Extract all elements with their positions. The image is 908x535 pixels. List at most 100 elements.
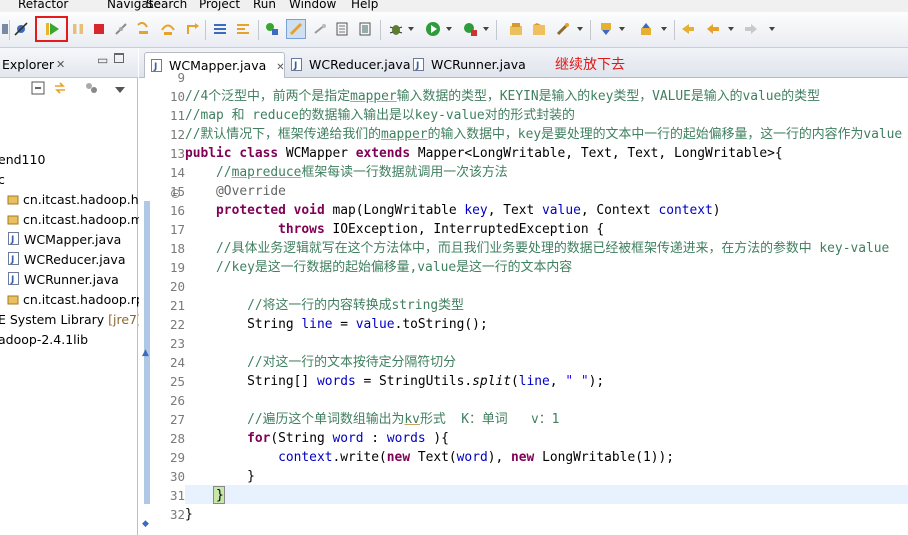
block-selection-icon[interactable] bbox=[334, 21, 350, 37]
tree-item[interactable]: cn.itcast.hadoop.rpc bbox=[7, 291, 151, 309]
line-number: 32 bbox=[169, 507, 185, 522]
close-tab-icon[interactable]: ✕ bbox=[276, 62, 284, 73]
code-line[interactable]: } bbox=[185, 467, 255, 486]
menu-item-run[interactable]: Run bbox=[253, 0, 276, 11]
tree-item[interactable]: J WCMapper.java bbox=[8, 231, 121, 249]
tree-item[interactable]: cn.itcast.hadoop.hdfs bbox=[7, 191, 158, 209]
tree-item-label: WCMapper.java bbox=[24, 232, 122, 247]
menu-item-search[interactable]: Search bbox=[146, 0, 187, 11]
line-number: 13 bbox=[169, 146, 185, 161]
show-whole-file-icon[interactable] bbox=[357, 21, 373, 37]
resume-icon[interactable] bbox=[44, 21, 60, 37]
step-over-icon[interactable] bbox=[160, 21, 176, 37]
code-line[interactable]: //mapreduce框架每读一行数据就调用一次该方法 bbox=[185, 163, 508, 182]
tab-label: WCReducer.java bbox=[309, 57, 411, 72]
code-line[interactable]: } bbox=[185, 486, 224, 505]
explorer-title[interactable]: Explorer bbox=[2, 57, 54, 72]
focus-icon[interactable] bbox=[84, 81, 98, 98]
code-line[interactable]: //map 和 reduce的数据输入输出是以key-value对的形式封装的 bbox=[185, 106, 575, 125]
tree-item-label: end110 bbox=[0, 152, 46, 167]
menu-item-project[interactable]: Project bbox=[199, 0, 240, 11]
tree-item-label: WCRunner.java bbox=[24, 272, 119, 287]
java-file-icon: J bbox=[8, 251, 20, 270]
tree-item[interactable]: J WCRunner.java bbox=[8, 271, 119, 289]
tree-item[interactable]: c bbox=[0, 171, 5, 189]
code-line[interactable]: //key是这一行数据的起始偏移量,value是这一行的文本内容 bbox=[185, 258, 572, 277]
new-java-class-icon[interactable] bbox=[531, 21, 547, 37]
forward-icon[interactable] bbox=[743, 21, 759, 37]
code-line[interactable]: @Override bbox=[185, 182, 286, 201]
mark-occurrences-icon[interactable] bbox=[286, 19, 306, 39]
tree-item-decoration: [jre7] bbox=[108, 312, 142, 327]
menu-item-help[interactable]: Help bbox=[351, 0, 378, 11]
code-line[interactable]: } bbox=[185, 505, 193, 524]
link-with-editor-icon[interactable] bbox=[53, 81, 67, 98]
package-icon bbox=[7, 192, 19, 210]
code-line[interactable]: for(String word : words ){ bbox=[185, 429, 449, 448]
explorer-tab[interactable]: Explorer ✕ ▭ bbox=[0, 48, 138, 78]
suspend-icon[interactable] bbox=[70, 21, 86, 37]
step-return-icon[interactable] bbox=[184, 21, 200, 37]
new-java-package-icon[interactable] bbox=[508, 21, 524, 37]
code-line[interactable]: protected void map(LongWritable key, Tex… bbox=[185, 201, 721, 220]
line-number: 28 bbox=[169, 431, 185, 446]
svg-text:J: J bbox=[10, 255, 14, 265]
menu-item-refactor[interactable]: Refactor bbox=[18, 0, 68, 11]
package-icon bbox=[7, 212, 19, 230]
svg-text:J: J bbox=[10, 275, 14, 285]
tab-wcreducer[interactable]: WCReducer.java bbox=[285, 52, 411, 79]
use-step-filters-icon[interactable] bbox=[235, 21, 251, 37]
line-number: 17 bbox=[169, 222, 185, 237]
override-marker-icon: ▲ bbox=[142, 348, 149, 358]
view-menu-icon[interactable] bbox=[115, 84, 125, 98]
code-line[interactable]: //默认情况下，框架传递给我们的mapper的输入数据中，key是要处理的文本中… bbox=[185, 125, 902, 144]
last-edit-location-icon[interactable] bbox=[680, 21, 696, 37]
menu-item-window[interactable]: Window bbox=[289, 0, 336, 11]
external-tools-icon[interactable] bbox=[462, 21, 478, 37]
bookmark-marker-icon: ◆ bbox=[142, 519, 149, 529]
previous-annotation-icon[interactable] bbox=[638, 21, 654, 37]
code-line[interactable]: public class WCMapper extends Mapper<Lon… bbox=[185, 144, 783, 163]
code-line[interactable]: context.write(new Text(word), new LongWr… bbox=[185, 448, 674, 467]
step-into-icon[interactable] bbox=[135, 21, 151, 37]
open-type-icon[interactable] bbox=[555, 21, 571, 37]
explorer-close-icon[interactable]: ✕ bbox=[56, 58, 65, 71]
line-number: 24 bbox=[169, 355, 185, 370]
editor-tab-bar: WCMapper.java ✕ WCReducer.java WCRunner.… bbox=[139, 48, 908, 80]
tree-item-label: WCReducer.java bbox=[24, 252, 126, 267]
toolbar-edge-icon[interactable] bbox=[0, 21, 13, 37]
code-line[interactable]: throws IOException, InterruptedException… bbox=[185, 220, 604, 239]
tree-item[interactable]: E System Library [jre7] bbox=[0, 311, 142, 329]
minimize-icon[interactable]: ▭ bbox=[97, 53, 108, 67]
code-line[interactable]: String line = value.toString(); bbox=[185, 315, 488, 334]
tree-item-label: cn.itcast.hadoop.hdfs bbox=[23, 192, 158, 207]
terminate-icon[interactable] bbox=[91, 21, 107, 37]
tab-wcrunner[interactable]: WCRunner.java bbox=[407, 52, 527, 79]
line-number: 9 bbox=[177, 70, 185, 85]
skip-breakpoints-icon[interactable] bbox=[13, 21, 29, 37]
collapse-all-icon[interactable] bbox=[31, 81, 45, 98]
tree-item[interactable]: adoop-2.4.1lib bbox=[0, 331, 88, 349]
maximize-icon[interactable] bbox=[114, 53, 124, 63]
code-line[interactable]: //具体业务逻辑就写在这个方法体中，而且我们业务要处理的数据已经被框架传递进来，… bbox=[185, 239, 889, 258]
run-icon[interactable] bbox=[425, 21, 441, 37]
line-number: 22 bbox=[169, 317, 185, 332]
new-java-project-icon[interactable] bbox=[264, 21, 280, 37]
line-number-gutter: 9 10 11 12 13 14 15 16 17 18 19 20 21 22 23 24 25 26 27 28 2… bbox=[153, 70, 185, 535]
drop-to-frame-icon[interactable] bbox=[212, 21, 228, 37]
code-line[interactable]: String[] words = StringUtils.split(line,… bbox=[185, 372, 604, 391]
code-line[interactable]: //将这一行的内容转换成string类型 bbox=[185, 296, 464, 315]
fold-toggle-icon[interactable]: − bbox=[171, 189, 180, 198]
back-icon[interactable] bbox=[705, 21, 721, 37]
tree-item[interactable]: J WCReducer.java bbox=[8, 251, 125, 269]
tree-item[interactable]: end110 bbox=[0, 151, 45, 169]
code-line[interactable]: //对这一行的文本按待定分隔符切分 bbox=[185, 353, 456, 372]
code-line[interactable]: //4个泛型中，前两个是指定mapper输入数据的类型，KEYIN是输入的key… bbox=[185, 87, 820, 106]
debug-icon[interactable] bbox=[388, 21, 404, 37]
show-whitespace-icon[interactable] bbox=[312, 21, 328, 37]
disconnect-icon[interactable] bbox=[113, 21, 129, 37]
next-annotation-icon[interactable] bbox=[598, 21, 614, 37]
tree-item-label: c bbox=[0, 172, 5, 187]
current-line-highlight bbox=[185, 485, 908, 504]
code-line[interactable]: //遍历这个单词数组输出为kv形式 K：单词 v：1 bbox=[185, 410, 559, 429]
